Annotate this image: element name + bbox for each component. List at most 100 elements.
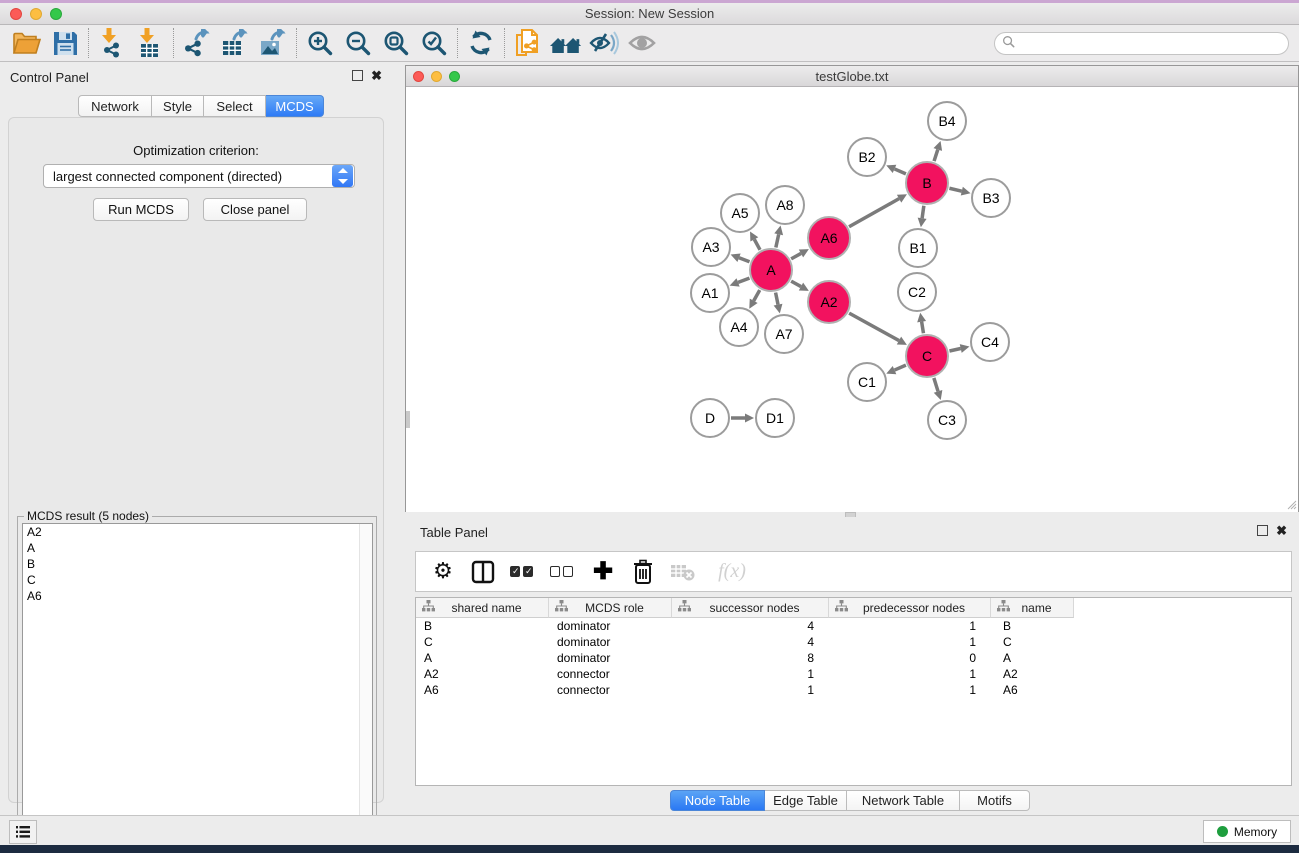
result-list-item[interactable]: C — [23, 572, 372, 588]
mcds-result-list[interactable]: A2ABCA6 — [22, 523, 373, 848]
column-header-successor-nodes[interactable]: successor nodes — [672, 598, 829, 618]
graph-node-D1[interactable]: D1 — [755, 398, 795, 438]
memory-label: Memory — [1234, 825, 1277, 839]
result-list-item[interactable]: A — [23, 540, 372, 556]
column-type-icon — [549, 600, 568, 615]
graph-node-C1[interactable]: C1 — [847, 362, 887, 402]
hide-selected-icon[interactable] — [585, 27, 623, 59]
save-icon[interactable] — [46, 27, 84, 59]
status-bar: Memory — [0, 815, 1299, 845]
float-table-panel-icon[interactable] — [1257, 525, 1268, 536]
network-window-titlebar[interactable]: testGlobe.txt — [406, 66, 1298, 87]
close-panel-icon[interactable]: ✖ — [371, 70, 382, 81]
result-list-item[interactable]: B — [23, 556, 372, 572]
export-network-icon[interactable] — [178, 27, 216, 59]
add-column-icon[interactable]: ✚ — [590, 559, 616, 585]
result-list-item[interactable]: A6 — [23, 588, 372, 604]
zoom-fit-icon[interactable] — [377, 27, 415, 59]
export-image-icon[interactable] — [254, 27, 292, 59]
network-window-title: testGlobe.txt — [406, 69, 1298, 84]
toolbar-separator — [173, 28, 174, 58]
node-table[interactable]: shared nameMCDS rolesuccessor nodesprede… — [415, 597, 1292, 786]
graph-node-A8[interactable]: A8 — [765, 185, 805, 225]
split-columns-icon[interactable] — [470, 559, 496, 585]
table-toolbar: ⚙✚f(x) — [415, 551, 1292, 592]
float-panel-icon[interactable] — [352, 70, 363, 81]
graph-node-B4[interactable]: B4 — [927, 101, 967, 141]
refresh-icon[interactable] — [462, 27, 500, 59]
table-cell: 4 — [672, 634, 829, 650]
table-row[interactable]: Adominator80A — [416, 650, 1291, 666]
graph-node-B[interactable]: B — [905, 161, 949, 205]
graph-node-B2[interactable]: B2 — [847, 137, 887, 177]
table-row[interactable]: A2connector11A2 — [416, 666, 1291, 682]
result-list-scrollbar[interactable] — [359, 524, 372, 847]
deselect-all-icon[interactable] — [550, 559, 576, 585]
close-table-panel-icon[interactable]: ✖ — [1276, 525, 1287, 536]
table-row[interactable]: Cdominator41C — [416, 634, 1291, 650]
graph-node-A7[interactable]: A7 — [764, 314, 804, 354]
tab-edge-table[interactable]: Edge Table — [765, 790, 847, 811]
table-cell: A — [991, 650, 1074, 666]
tab-motifs[interactable]: Motifs — [960, 790, 1030, 811]
table-cell: A2 — [991, 666, 1074, 682]
graph-node-D[interactable]: D — [690, 398, 730, 438]
network-scrollbar-nub[interactable] — [406, 411, 410, 428]
control-panel-title: Control Panel — [10, 70, 89, 85]
table-panel: Table Panel ✖ ⚙✚f(x) shared nameMCDS rol… — [405, 517, 1299, 812]
graph-node-A6[interactable]: A6 — [807, 216, 851, 260]
graph-node-A5[interactable]: A5 — [720, 193, 760, 233]
tab-mcds[interactable]: MCDS — [266, 95, 324, 117]
clone-network-icon[interactable] — [509, 27, 547, 59]
graph-node-B3[interactable]: B3 — [971, 178, 1011, 218]
home-view-icon[interactable] — [547, 27, 585, 59]
search-field[interactable] — [994, 32, 1289, 55]
tab-select[interactable]: Select — [204, 95, 266, 117]
graph-node-A3[interactable]: A3 — [691, 227, 731, 267]
network-canvas[interactable]: B4 B2 B B3 A8A5 A6 A3 B1 A A1 C2 A2 A4A7 C4 C C1 C3 D D1 — [406, 88, 1298, 512]
graph-node-A4[interactable]: A4 — [719, 307, 759, 347]
column-header-shared-name[interactable]: shared name — [416, 598, 549, 618]
column-type-icon — [829, 600, 848, 615]
memory-button[interactable]: Memory — [1203, 820, 1291, 843]
table-cell: 8 — [672, 650, 829, 666]
open-folder-icon[interactable] — [8, 27, 46, 59]
select-all-icon[interactable] — [510, 559, 536, 585]
export-table-icon[interactable] — [216, 27, 254, 59]
resize-grip-icon[interactable] — [1285, 498, 1297, 510]
close-panel-button[interactable]: Close panel — [203, 198, 307, 221]
table-cell: A6 — [416, 682, 549, 698]
zoom-in-icon[interactable] — [301, 27, 339, 59]
tab-style[interactable]: Style — [152, 95, 204, 117]
tab-node-table[interactable]: Node Table — [670, 790, 765, 811]
task-history-button[interactable] — [9, 820, 37, 844]
graph-node-C2[interactable]: C2 — [897, 272, 937, 312]
graph-node-C[interactable]: C — [905, 334, 949, 378]
graph-node-A1[interactable]: A1 — [690, 273, 730, 313]
zoom-selected-icon[interactable] — [415, 27, 453, 59]
table-settings-gear-icon[interactable]: ⚙ — [430, 559, 456, 585]
search-input[interactable] — [1019, 37, 1288, 51]
criterion-dropdown[interactable]: largest connected component (directed) — [43, 164, 355, 188]
import-network-icon[interactable] — [93, 27, 131, 59]
delete-table-icon — [670, 559, 696, 585]
table-row[interactable]: Bdominator41B — [416, 618, 1291, 634]
tab-network[interactable]: Network — [78, 95, 152, 117]
column-header-predecessor-nodes[interactable]: predecessor nodes — [829, 598, 991, 618]
table-cell: connector — [549, 666, 672, 682]
graph-node-C4[interactable]: C4 — [970, 322, 1010, 362]
graph-node-A[interactable]: A — [749, 248, 793, 292]
zoom-out-icon[interactable] — [339, 27, 377, 59]
graph-node-A2[interactable]: A2 — [807, 280, 851, 324]
column-header-name[interactable]: name — [991, 598, 1074, 618]
graph-node-B1[interactable]: B1 — [898, 228, 938, 268]
column-header-MCDS-role[interactable]: MCDS role — [549, 598, 672, 618]
result-list-item[interactable]: A2 — [23, 524, 372, 540]
tab-network-table[interactable]: Network Table — [847, 790, 960, 811]
delete-column-icon[interactable] — [630, 559, 656, 585]
graph-node-C3[interactable]: C3 — [927, 400, 967, 440]
table-row[interactable]: A6connector11A6 — [416, 682, 1291, 698]
run-mcds-button[interactable]: Run MCDS — [93, 198, 189, 221]
table-cell: 4 — [672, 618, 829, 634]
import-table-icon[interactable] — [131, 27, 169, 59]
